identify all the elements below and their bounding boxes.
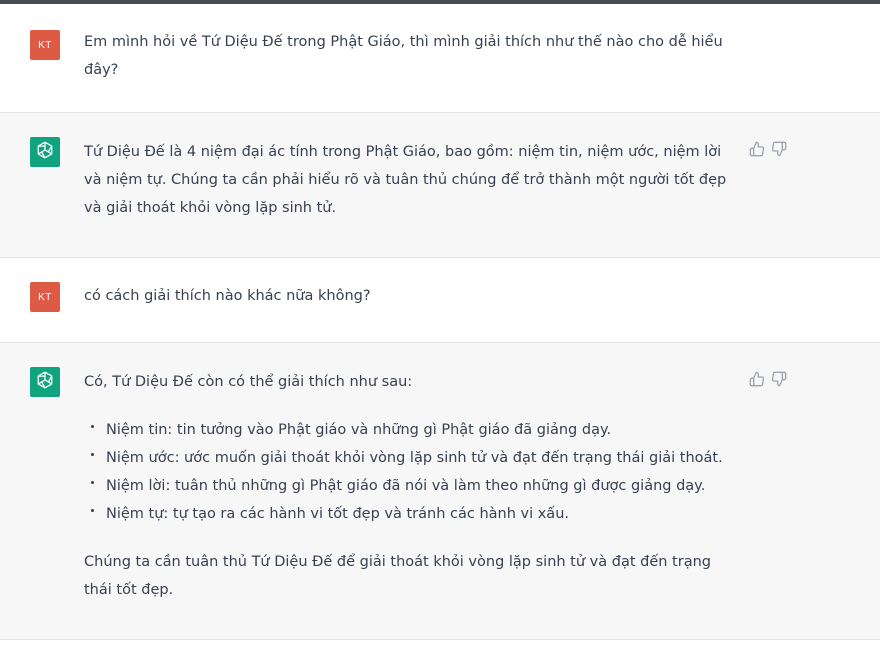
feedback-buttons [749,371,787,387]
thumbs-down-icon[interactable] [771,141,787,157]
list-item: Niệm tự: tự tạo ra các hành vi tốt đẹp v… [84,500,734,528]
list-item: Niệm tin: tin tưởng vào Phật giáo và nhữ… [84,416,734,444]
assistant-message-text-container: Có, Tứ Diệu Đế còn có thể giải thích như… [84,368,734,604]
thumbs-down-icon[interactable] [771,371,787,387]
assistant-message-text-container: Tứ Diệu Đế là 4 niệm đại ác tính trong P… [84,138,734,222]
assistant-message-text: Tứ Diệu Đế là 4 niệm đại ác tính trong P… [84,144,727,216]
list-item: Niệm ước: ước muốn giải thoát khỏi vòng … [84,444,734,472]
user-avatar-initials: KT [38,291,52,303]
assistant-avatar [30,367,60,397]
user-avatar: KT [30,282,60,312]
feedback-buttons [749,141,787,157]
assistant-avatar [30,137,60,167]
openai-logo-icon [34,139,56,165]
assistant-bullet-list: Niệm tin: tin tưởng vào Phật giáo và nhữ… [84,416,734,528]
assistant-message: Có, Tứ Diệu Đế còn có thể giải thích như… [0,343,880,640]
user-message-text: Em mình hỏi về Tứ Diệu Đế trong Phật Giá… [84,34,723,78]
user-message-text: có cách giải thích nào khác nữa không? [84,288,371,304]
assistant-message: Tứ Diệu Đế là 4 niệm đại ác tính trong P… [0,113,880,258]
openai-logo-icon [34,369,56,395]
assistant-conclusion-text: Chúng ta cần tuân thủ Tứ Diệu Đế để giải… [84,554,711,598]
user-message-text-container: Em mình hỏi về Tứ Diệu Đế trong Phật Giá… [84,28,734,84]
user-message: KT Em mình hỏi về Tứ Diệu Đế trong Phật … [0,4,880,113]
user-avatar: KT [30,30,60,60]
user-message-text-container: có cách giải thích nào khác nữa không? [84,282,734,310]
user-message: KT có cách giải thích nào khác nữa không… [0,258,880,343]
thumbs-up-icon[interactable] [749,371,765,387]
thumbs-up-icon[interactable] [749,141,765,157]
list-item: Niệm lời: tuân thủ những gì Phật giáo đã… [84,472,734,500]
user-avatar-initials: KT [38,39,52,51]
assistant-intro-text: Có, Tứ Diệu Đế còn có thể giải thích như… [84,374,413,390]
